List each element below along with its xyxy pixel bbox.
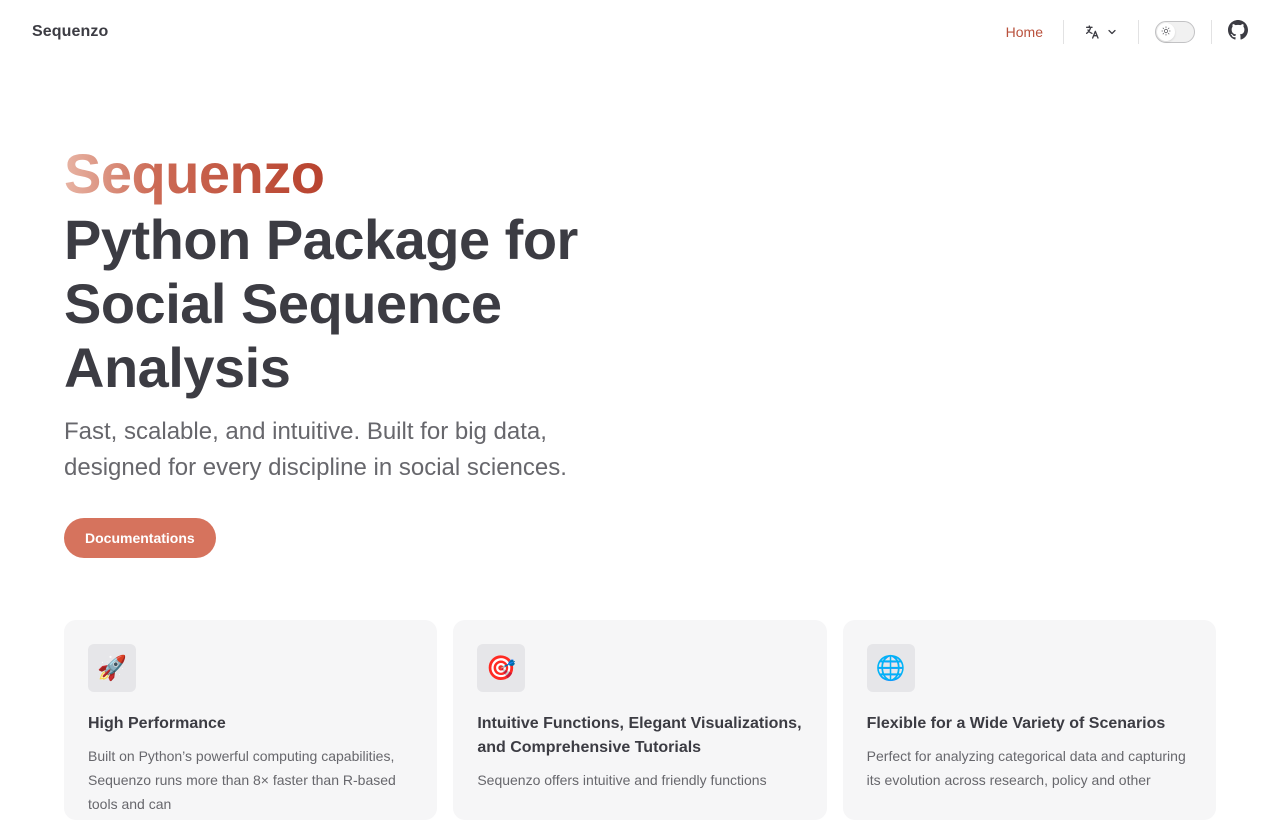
language-menu-button[interactable] — [1064, 0, 1138, 64]
features-grid: 🚀 High Performance Built on Python’s pow… — [64, 620, 1216, 820]
hero-name: Sequenzo — [64, 140, 325, 208]
hero-title: Python Package for Social Sequence Analy… — [64, 208, 578, 399]
feature-title: Flexible for a Wide Variety of Scenarios — [866, 715, 1166, 732]
github-link[interactable] — [1212, 0, 1248, 64]
nav-link-home[interactable]: Home — [986, 0, 1063, 64]
feature-card-functions: 🎯 Intuitive Functions, Elegant Visualiza… — [453, 620, 827, 820]
brand-logo-link[interactable]: Sequenzo — [32, 23, 108, 41]
chevron-down-icon — [1106, 26, 1118, 38]
nav-right: Home — [986, 0, 1248, 64]
feature-title: High Performance — [88, 715, 226, 732]
feature-card-performance: 🚀 High Performance Built on Python’s pow… — [64, 620, 438, 820]
documentations-button[interactable]: Documentations — [64, 518, 216, 558]
feature-description: Perfect for analyzing categorical data a… — [866, 748, 1186, 788]
hero-heading: Sequenzo Python Package for Social Seque… — [64, 140, 684, 400]
top-nav: Sequenzo Home — [0, 0, 1280, 64]
theme-toggle-wrap — [1139, 0, 1211, 64]
hero-section: Sequenzo Python Package for Social Seque… — [64, 140, 684, 558]
github-icon — [1228, 19, 1248, 45]
rocket-icon: 🚀 — [88, 644, 136, 692]
feature-description: Built on Python’s powerful computing cap… — [88, 748, 396, 812]
theme-toggle-switch[interactable] — [1155, 21, 1195, 43]
theme-toggle-knob — [1157, 23, 1175, 41]
target-icon: 🎯 — [477, 644, 526, 692]
feature-title: Intuitive Functions, Elegant Visualizati… — [477, 715, 802, 756]
hero-tagline: Fast, scalable, and intuitive. Built for… — [64, 418, 567, 481]
sun-icon — [1161, 23, 1171, 41]
translate-icon — [1084, 24, 1100, 40]
globe-icon: 🌐 — [866, 644, 915, 692]
feature-card-flexible: 🌐 Flexible for a Wide Variety of Scenari… — [842, 620, 1216, 820]
feature-description: Sequenzo offers intuitive and friendly f… — [477, 772, 767, 788]
